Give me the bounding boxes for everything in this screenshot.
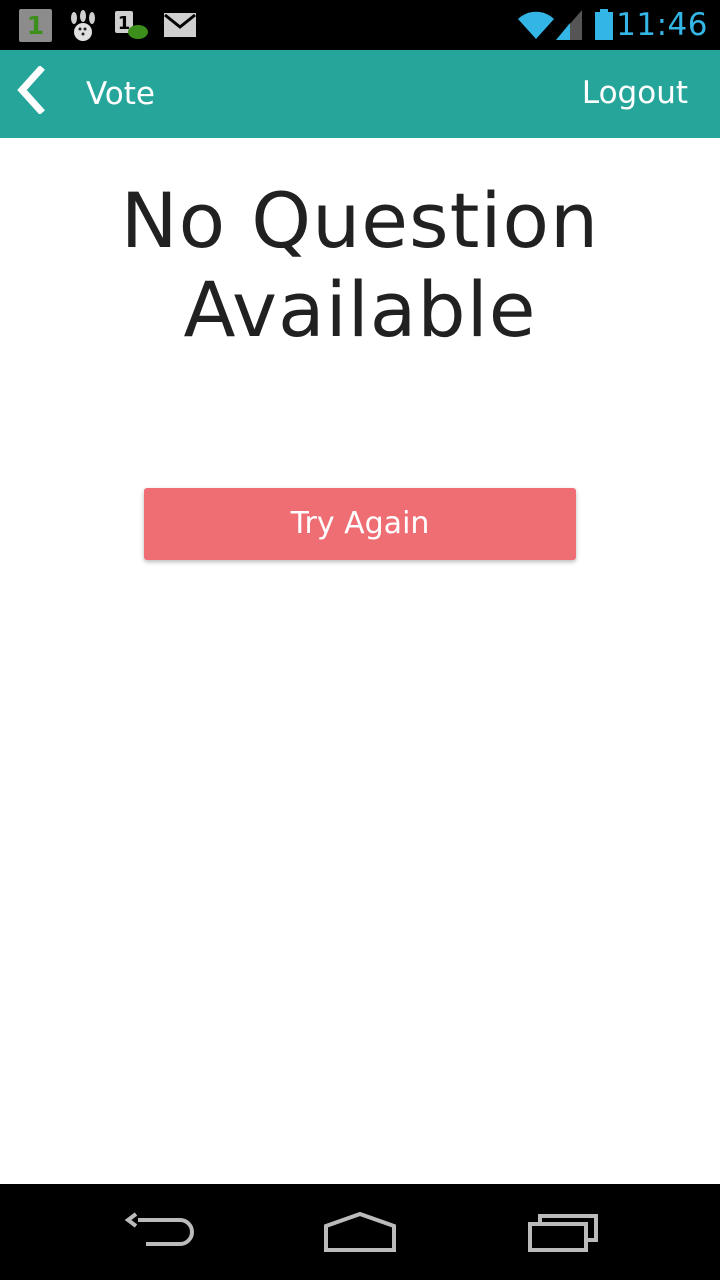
logout-button[interactable]: Logout xyxy=(582,50,688,136)
status-bar: 1 1 11:46 xyxy=(0,0,720,50)
page-title: Vote xyxy=(86,76,155,112)
signal-icon xyxy=(556,10,582,40)
bowling-icon xyxy=(71,10,95,41)
app-bar: Vote Logout xyxy=(0,50,720,138)
back-icon[interactable] xyxy=(124,1210,196,1254)
no-question-message: No Question Available xyxy=(120,176,600,354)
try-again-button[interactable]: Try Again xyxy=(144,488,576,560)
status-time: 11:46 xyxy=(616,7,708,43)
navigation-bar xyxy=(0,1184,720,1280)
home-icon[interactable] xyxy=(322,1210,398,1254)
chat-notification-icon: 1 xyxy=(115,11,148,39)
recent-apps-icon[interactable] xyxy=(526,1210,602,1254)
number-badge-icon: 1 xyxy=(19,9,52,42)
back-button[interactable] xyxy=(10,65,58,115)
chevron-left-icon xyxy=(17,65,45,115)
battery-icon xyxy=(595,9,613,40)
mail-icon xyxy=(164,13,196,37)
screen: 1 1 11:46 Vote Logout No Question Availa… xyxy=(0,0,720,1280)
wifi-icon xyxy=(518,11,554,39)
